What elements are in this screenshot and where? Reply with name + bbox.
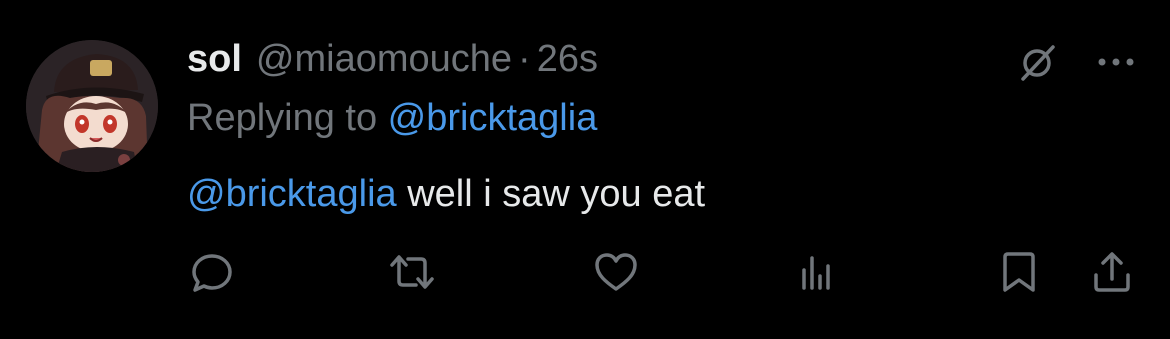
replying-to: Replying to @bricktaglia [187,93,597,143]
bookmark-icon[interactable] [993,246,1045,298]
tweet-header: sol @miaomouche · 26s [187,34,598,84]
like-icon[interactable] [590,246,642,298]
separator-dot: · [518,38,531,80]
replying-to-mention[interactable]: @bricktaglia [388,97,598,139]
grok-icon[interactable] [1014,38,1062,86]
text-mention[interactable]: @bricktaglia [187,173,397,215]
share-icon[interactable] [1086,246,1138,298]
avatar[interactable] [26,40,158,172]
more-icon[interactable] [1092,38,1140,86]
tweet[interactable]: sol @miaomouche · 26s Replying to @brick… [0,0,1170,339]
replying-to-label: Replying to [187,97,388,139]
text-body: well i saw you eat [396,173,706,215]
tweet-text: @bricktaglia well i saw you eat [187,168,705,220]
display-name[interactable]: sol [187,34,242,84]
views-icon[interactable] [790,246,842,298]
user-handle[interactable]: @miaomouche [256,34,512,84]
retweet-icon[interactable] [386,246,438,298]
timestamp[interactable]: 26s [537,34,598,84]
avatar-anime-character-icon [26,40,158,172]
reply-icon[interactable] [186,246,238,298]
